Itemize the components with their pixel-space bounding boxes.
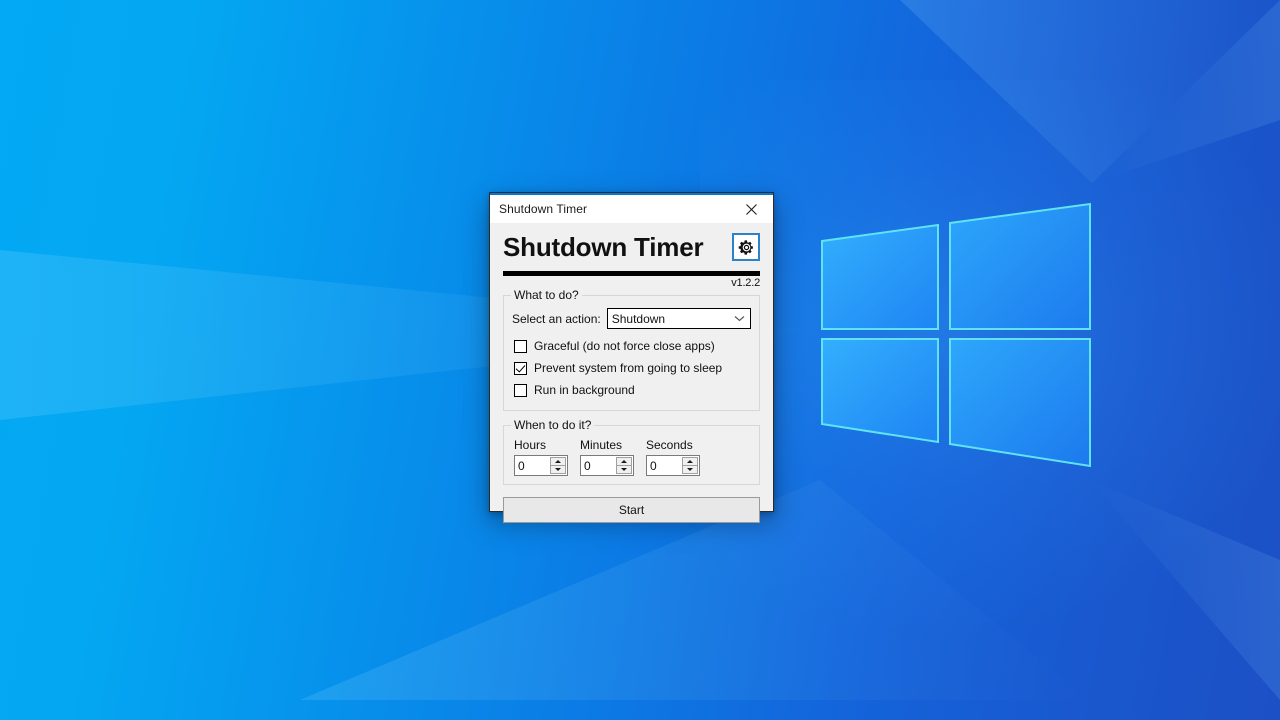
hours-stepper[interactable]: 0 — [514, 455, 568, 476]
close-button[interactable] — [729, 195, 773, 223]
checkbox-graceful-box[interactable] — [514, 339, 527, 353]
hours-value: 0 — [518, 458, 525, 473]
time-fields: Hours 0 Minutes 0 Seconds 0 — [514, 438, 751, 476]
select-action-label: Select an action: — [512, 311, 601, 326]
gear-icon — [738, 239, 753, 255]
hours-label: Hours — [514, 438, 547, 452]
checkbox-run-in-background[interactable]: Run in background — [514, 380, 751, 400]
minutes-value: 0 — [584, 458, 591, 473]
seconds-value: 0 — [650, 458, 657, 473]
triangle-down-icon — [555, 467, 561, 471]
title-underline — [503, 271, 760, 276]
windows-logo — [821, 202, 1091, 468]
hours-spin-up[interactable] — [550, 457, 566, 466]
window-client-area: Shutdown Timer v1.2.2 What to do? Select… — [490, 223, 773, 523]
what-to-do-group: What to do? Select an action: Shutdown G… — [503, 288, 760, 411]
seconds-stepper[interactable]: 0 — [646, 455, 700, 476]
checkbox-graceful[interactable]: Graceful (do not force close apps) — [514, 336, 751, 356]
seconds-spin-down[interactable] — [682, 465, 698, 474]
minutes-spin-up[interactable] — [616, 457, 632, 466]
app-header: Shutdown Timer v1.2.2 — [503, 223, 760, 289]
triangle-up-icon — [687, 459, 693, 463]
minutes-spin-buttons — [616, 457, 632, 474]
triangle-down-icon — [621, 467, 627, 471]
triangle-up-icon — [555, 459, 561, 463]
chevron-down-icon — [734, 309, 745, 328]
checkbox-prevent-sleep[interactable]: Prevent system from going to sleep — [514, 358, 751, 378]
close-icon — [745, 203, 757, 215]
minutes-spin-down[interactable] — [616, 465, 632, 474]
seconds-spin-up[interactable] — [682, 457, 698, 466]
desktop-background: Shutdown Timer Shutdown Timer v1.2.2 Wha… — [0, 0, 1280, 720]
when-to-do-it-group: When to do it? Hours 0 Minutes 0 Seconds… — [503, 418, 760, 485]
triangle-up-icon — [621, 459, 627, 463]
start-button[interactable]: Start — [503, 497, 760, 523]
checkbox-run-in-background-label: Run in background — [534, 383, 635, 397]
seconds-label: Seconds — [646, 438, 693, 452]
triangle-down-icon — [687, 467, 693, 471]
minutes-stepper[interactable]: 0 — [580, 455, 634, 476]
version-label: v1.2.2 — [731, 277, 760, 289]
minutes-field: Minutes 0 — [580, 438, 634, 476]
select-action-row: Select an action: Shutdown — [512, 308, 751, 329]
action-select-value: Shutdown — [611, 311, 666, 326]
window-titlebar[interactable]: Shutdown Timer — [490, 193, 773, 223]
checkbox-prevent-sleep-box[interactable] — [514, 361, 527, 375]
checkbox-run-in-background-box[interactable] — [514, 383, 527, 397]
page-title: Shutdown Timer — [503, 232, 704, 262]
checkbox-prevent-sleep-label: Prevent system from going to sleep — [534, 361, 723, 375]
minutes-label: Minutes — [580, 438, 623, 452]
shutdown-timer-window: Shutdown Timer Shutdown Timer v1.2.2 Wha… — [489, 192, 774, 523]
hours-spin-down[interactable] — [550, 465, 566, 474]
hours-field: Hours 0 — [514, 438, 568, 476]
seconds-spin-buttons — [682, 457, 698, 474]
settings-button[interactable] — [732, 233, 760, 261]
when-to-do-it-legend: When to do it? — [511, 418, 595, 432]
window-title: Shutdown Timer — [499, 202, 588, 216]
what-to-do-legend: What to do? — [511, 288, 582, 302]
seconds-field: Seconds 0 — [646, 438, 700, 476]
hours-spin-buttons — [550, 457, 566, 474]
action-select[interactable]: Shutdown — [606, 308, 751, 329]
checkbox-graceful-label: Graceful (do not force close apps) — [534, 339, 715, 353]
